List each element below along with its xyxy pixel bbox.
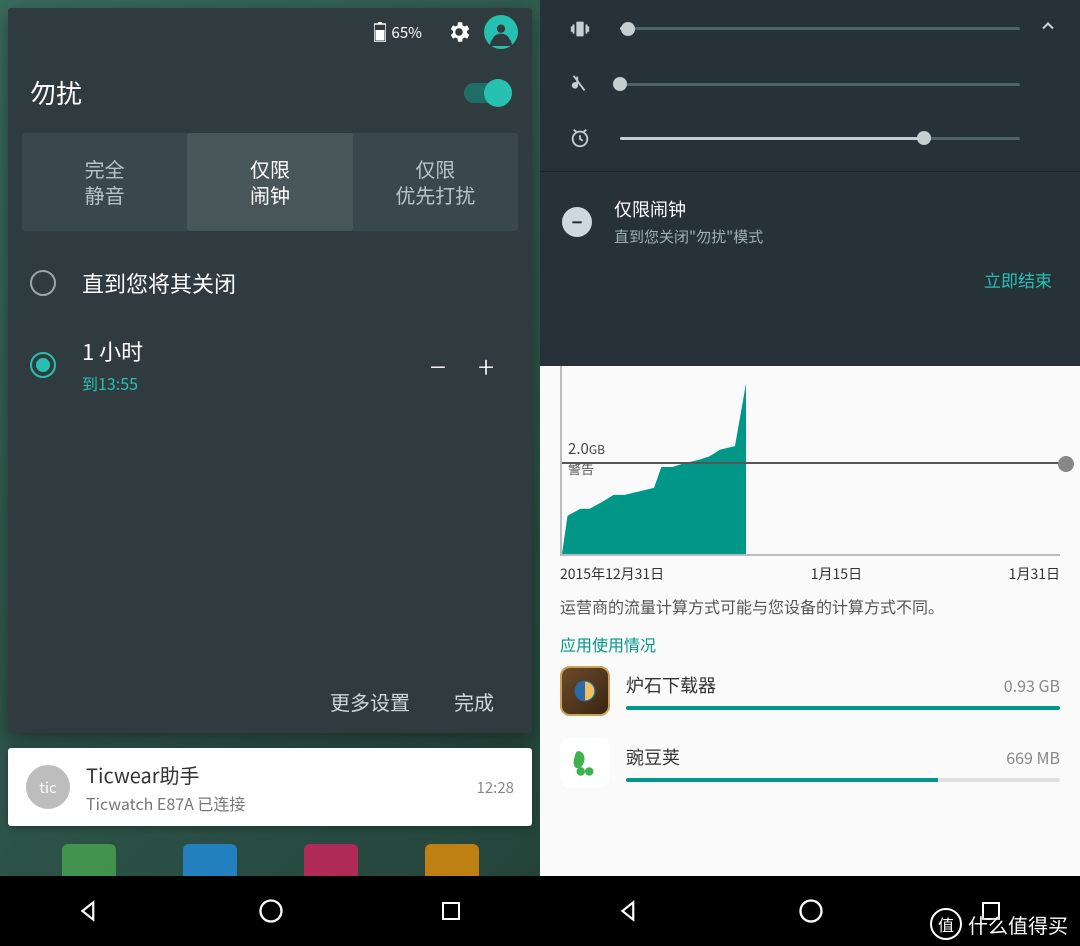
watermark: 值 什么值得买 [924,902,1080,946]
more-settings-button[interactable]: 更多设置 [308,677,432,726]
dnd-settings-panel: 65% 勿扰 完全 静音 仅限 闹钟 仅限 优先打扰 直到您 [8,8,532,733]
alarm-icon[interactable] [562,127,598,149]
increase-button[interactable]: + [462,343,510,387]
dnd-mode-segmented: 完全 静音 仅限 闹钟 仅限 优先打扰 [22,133,518,231]
watermark-badge-icon: 值 [930,908,962,940]
data-usage-section: 2.0GB 警告 2015年12月31日 1月15日 1月31日 运营商的流量计… [540,366,1080,876]
option-until-off[interactable]: 直到您将其关闭 [8,249,532,317]
volume-panel: 仅限闹钟 直到您关闭"勿扰"模式 立即结束 [540,0,1080,366]
notification-subtitle: Ticwatch E87A 已连接 [86,791,477,815]
option-hour-sub: 到13:55 [82,371,414,395]
app-size-label: 0.93 GB [1004,673,1060,697]
carrier-disclaimer: 运营商的流量计算方式可能与您设备的计算方式不同。 [560,594,1060,618]
dnd-minus-icon [562,207,592,237]
app-icon [560,738,610,788]
ring-volume-slider[interactable] [620,27,1020,30]
data-usage-chart[interactable]: 2.0GB 警告 [560,366,1060,556]
media-volume-slider[interactable] [620,83,1020,86]
app-usage-row[interactable]: 炉石下载器 0.93 GB [560,666,1060,716]
home-dock [0,818,540,878]
alarm-volume-slider[interactable] [620,137,1020,140]
settings-icon[interactable] [440,13,478,51]
nav-back-icon[interactable] [77,898,103,924]
option-one-hour[interactable]: 1 小时 到13:55 − + [8,317,532,413]
android-navbar [0,876,540,946]
done-button[interactable]: 完成 [432,677,516,726]
seg-total-silence[interactable]: 完全 静音 [22,133,187,231]
media-mute-icon[interactable] [562,73,598,95]
app-name-label: 炉石下载器 [626,672,716,698]
notification-card[interactable]: tic Ticwear助手 Ticwatch E87A 已连接 12:28 [8,748,532,826]
seg-alarms-only[interactable]: 仅限 闹钟 [187,133,352,231]
notification-time: 12:28 [477,777,514,798]
dnd-mode-title: 仅限闹钟 [614,196,763,222]
warning-label: 2.0GB 警告 [568,438,605,478]
nav-home-icon[interactable] [257,897,285,925]
nav-recents-icon[interactable] [439,899,463,923]
dnd-toggle[interactable] [464,83,510,103]
radio-icon [30,352,56,378]
battery-pct: 65% [392,22,422,43]
app-usage-heading: 应用使用情况 [560,632,1060,656]
option-until-off-label: 直到您将其关闭 [82,267,510,299]
nav-home-icon[interactable] [797,897,825,925]
warning-handle[interactable] [1058,456,1074,472]
seg-priority-only[interactable]: 仅限 优先打扰 [353,133,518,231]
watermark-text: 什么值得买 [968,910,1068,939]
app-size-label: 669 MB [1006,745,1060,769]
radio-icon [30,270,56,296]
notification-title: Ticwear助手 [86,760,477,789]
end-now-button[interactable]: 立即结束 [540,253,1080,310]
dnd-title: 勿扰 [30,74,82,111]
nav-back-icon[interactable] [617,898,643,924]
battery-indicator: 65% [374,22,422,43]
status-bar: 65% [8,8,532,56]
vibrate-icon[interactable] [562,18,598,40]
chart-axis-labels: 2015年12月31日 1月15日 1月31日 [560,564,1060,584]
dnd-status-row[interactable]: 仅限闹钟 直到您关闭"勿扰"模式 [540,178,1080,253]
app-usage-row[interactable]: 豌豆荚 669 MB [560,738,1060,788]
dnd-mode-sub: 直到您关闭"勿扰"模式 [614,226,763,247]
notification-app-icon: tic [26,765,70,809]
decrease-button[interactable]: − [414,343,462,387]
collapse-icon[interactable] [1038,16,1058,41]
app-name-label: 豌豆荚 [626,744,680,770]
profile-avatar-icon[interactable] [484,15,518,49]
option-hour-label: 1 小时 [82,335,414,367]
app-icon [560,666,610,716]
